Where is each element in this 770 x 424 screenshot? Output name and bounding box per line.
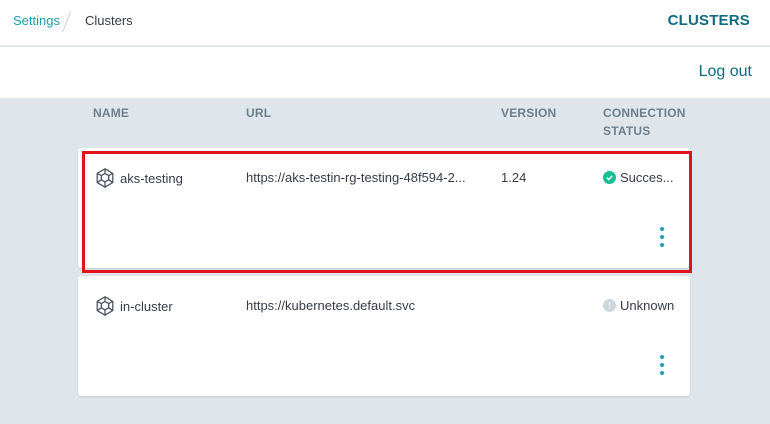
user-bar: Log out: [0, 47, 770, 98]
column-header-status-line1: CONNECTION: [603, 106, 686, 120]
cluster-url: https://aks-testin-rg-testing-48f594-2..…: [246, 170, 466, 185]
breadcrumb-separator: [61, 11, 72, 33]
connection-status-text: Unknown: [620, 298, 675, 313]
column-header-url: URL: [246, 106, 272, 120]
cluster-row-aks-testing[interactable]: aks-testing https://aks-testin-rg-testin…: [78, 148, 692, 273]
cluster-name: in-cluster: [120, 298, 173, 314]
logout-link[interactable]: Log out: [699, 63, 752, 81]
breadcrumb-settings-link[interactable]: Settings: [13, 13, 60, 28]
column-header-status-line2: STATUS: [603, 124, 651, 138]
cluster-icon: [96, 296, 114, 316]
cluster-name: aks-testing: [120, 170, 183, 186]
breadcrumb-current: Clusters: [85, 13, 133, 28]
check-circle-icon: [603, 171, 616, 184]
column-header-name: NAME: [93, 106, 130, 120]
column-header-version: VERSION: [501, 106, 557, 120]
cluster-url: https://kubernetes.default.svc: [246, 298, 416, 313]
row-actions-menu-button[interactable]: [658, 355, 666, 375]
column-header-connection-status: CONNECTION STATUS: [603, 104, 686, 140]
cluster-version: 1.24: [501, 170, 527, 185]
connection-status: Unknown: [603, 298, 675, 313]
top-bar: Settings Clusters CLUSTERS: [0, 0, 770, 46]
connection-status: Succes...: [603, 170, 675, 185]
cluster-row-in-cluster[interactable]: in-cluster https://kubernetes.default.sv…: [78, 276, 690, 396]
cluster-name-cell: aks-testing: [94, 167, 183, 189]
cluster-icon: [96, 168, 114, 188]
row-actions-menu-button[interactable]: [658, 227, 666, 247]
connection-status-text: Succes...: [620, 170, 674, 185]
cluster-name-cell: in-cluster: [94, 295, 173, 317]
question-circle-icon: [603, 299, 616, 312]
kebab-menu-icon: [660, 355, 664, 359]
page-title: CLUSTERS: [667, 12, 750, 29]
kebab-menu-icon: [660, 227, 664, 231]
